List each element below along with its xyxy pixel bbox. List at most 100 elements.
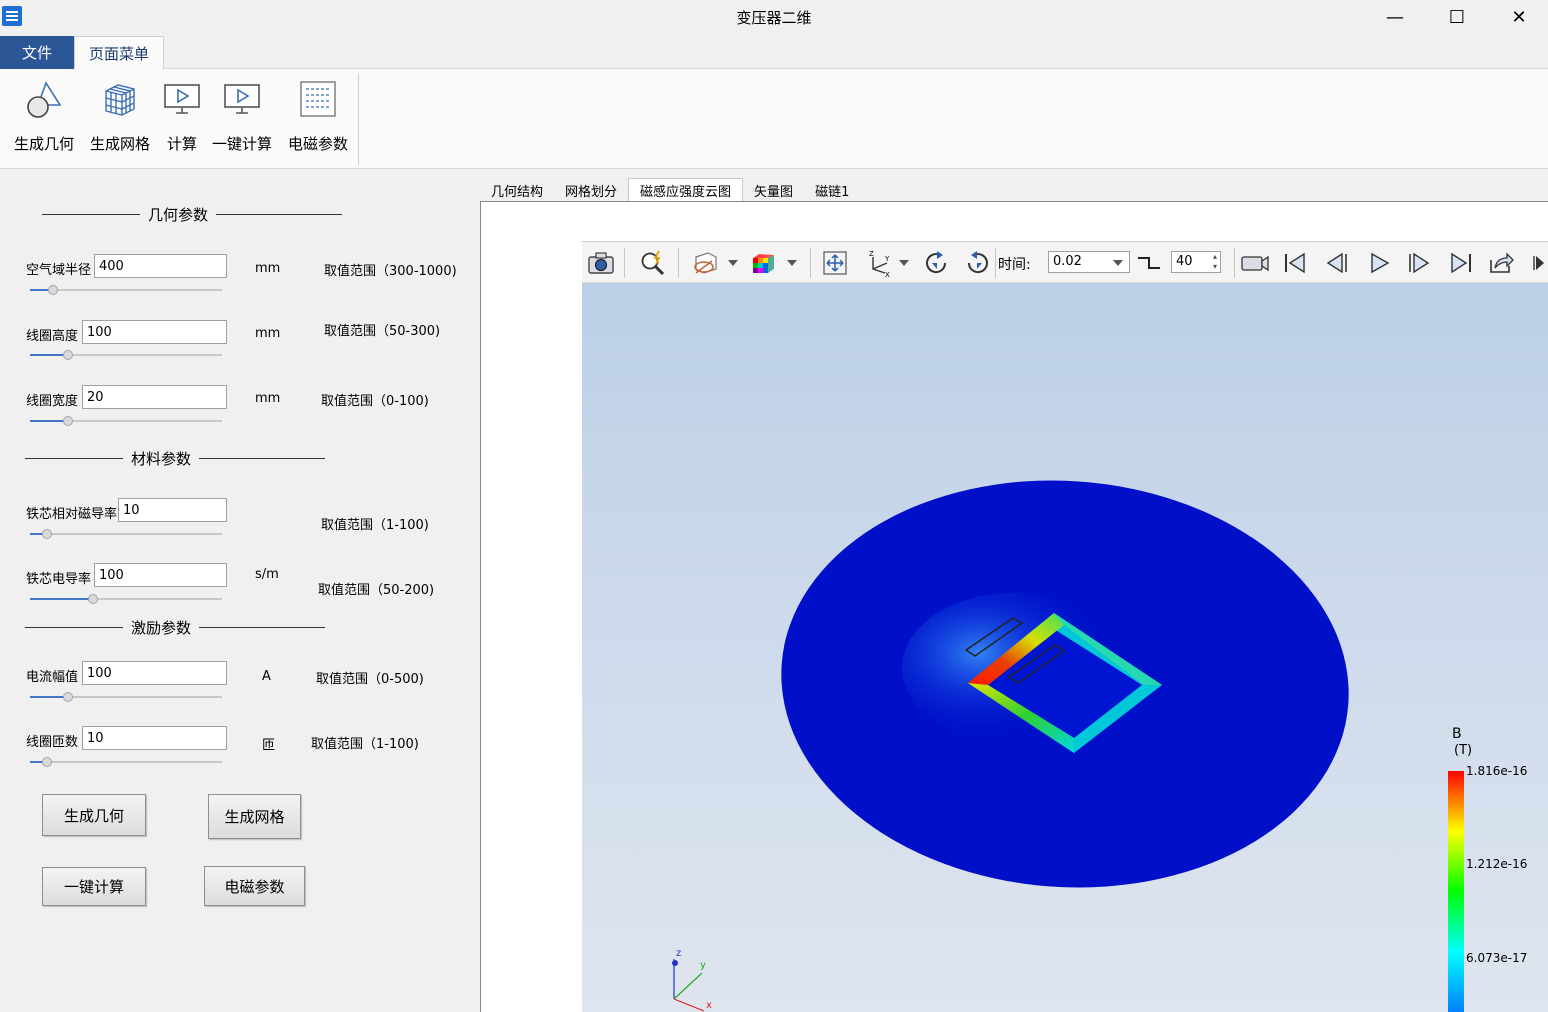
ribbon-em-params-button[interactable]: 电磁参数 <box>288 77 348 163</box>
colorbar-max-label: 1.816e-16 <box>1466 764 1528 778</box>
ribbon-gen-geometry-button[interactable]: 生成几何 <box>14 77 74 163</box>
section-geometry-params: 几何参数 <box>42 204 343 225</box>
fit-view-icon[interactable] <box>820 248 850 278</box>
param-range: 取值范围（0-100) <box>321 394 429 409</box>
tab-geometry[interactable]: 几何结构 <box>480 178 554 202</box>
menu-page-menu[interactable]: 页面菜单 <box>74 36 164 69</box>
geometry-shapes-icon <box>24 77 64 121</box>
frame-spinbox[interactable]: 40 <box>1171 251 1221 273</box>
param-range: 取值范围（300-1000) <box>324 264 457 279</box>
axis-x-label: x <box>706 1000 712 1011</box>
maximize-button[interactable]: ☐ <box>1426 0 1488 34</box>
tab-vector-plot[interactable]: 矢量图 <box>743 178 804 202</box>
ribbon-compute-button[interactable]: 计算 <box>162 77 202 163</box>
chevron-down-icon[interactable] <box>728 260 738 266</box>
chevron-down-icon[interactable] <box>787 260 797 266</box>
export-icon[interactable] <box>1486 248 1516 278</box>
ribbon-label: 生成网格 <box>90 135 151 153</box>
3d-viewport[interactable]: B (T) 1.816e-16 1.212e-16 6.073e-17 z y … <box>582 283 1548 1012</box>
param-unit: mm <box>255 261 281 276</box>
tab-flux-density-contour[interactable]: 磁感应强度云图 <box>628 178 744 202</box>
zoom-lightning-icon[interactable] <box>638 248 668 278</box>
menu-bar: 文件 页面菜单 <box>0 34 1548 69</box>
chevron-down-icon[interactable] <box>899 260 909 266</box>
record-video-icon[interactable] <box>1240 248 1270 278</box>
mesh-cube-icon <box>100 77 140 121</box>
axis-z-label: z <box>676 948 682 959</box>
em-params-button[interactable]: 电磁参数 <box>204 866 305 906</box>
time-label: 时间: <box>998 257 1031 273</box>
coil-height-slider[interactable] <box>30 349 222 361</box>
param-label-core-permeability: 铁芯相对磁导率 <box>26 507 118 522</box>
first-frame-icon[interactable] <box>1280 248 1310 278</box>
coil-turns-input[interactable] <box>82 726 227 750</box>
menu-file[interactable]: 文件 <box>0 36 74 69</box>
current-amplitude-input[interactable] <box>82 661 227 685</box>
param-unit: A <box>262 669 271 684</box>
air-radius-slider[interactable] <box>30 284 222 296</box>
coil-width-slider[interactable] <box>30 415 222 427</box>
gen-mesh-button[interactable]: 生成网格 <box>208 794 301 839</box>
toolbar-divider <box>678 248 679 278</box>
param-label-air-radius: 空气域半径 <box>26 263 92 278</box>
time-select[interactable]: 0.02 <box>1048 251 1130 273</box>
param-range: 取值范围（50-300) <box>324 324 441 339</box>
colorbar-unit: (T) <box>1454 743 1473 758</box>
play-icon[interactable] <box>1364 248 1394 278</box>
coil-height-input[interactable] <box>82 320 227 344</box>
param-label-coil-turns: 线圈匝数 <box>26 735 79 750</box>
ribbon-label: 电磁参数 <box>288 135 349 153</box>
ribbon-label: 计算 <box>166 135 197 153</box>
toolbar-divider <box>624 248 625 278</box>
next-frame-icon[interactable] <box>1404 248 1434 278</box>
svg-text:Y: Y <box>884 255 890 263</box>
colorbar-title: B <box>1452 726 1462 742</box>
coil-width-input[interactable] <box>82 385 227 409</box>
param-unit: s/m <box>255 567 279 582</box>
air-radius-input[interactable] <box>94 254 227 278</box>
coil-turns-slider[interactable] <box>30 756 222 768</box>
more-icon[interactable] <box>1528 248 1548 278</box>
viewer-toolbar: Z Y X 时间: 0.02 40 <box>582 241 1548 283</box>
hide-show-icon[interactable] <box>690 248 720 278</box>
axis-orient-icon[interactable]: Z Y X <box>864 248 894 278</box>
toolbar-divider <box>1234 248 1235 278</box>
window-title: 变压器二维 <box>736 9 812 27</box>
core-conductivity-input[interactable] <box>94 563 227 587</box>
section-material-params: 材料参数 <box>25 448 326 469</box>
param-range: 取值范围（50-200) <box>318 583 435 598</box>
one-click-compute-button[interactable]: 一键计算 <box>42 867 146 906</box>
current-amplitude-slider[interactable] <box>30 691 222 703</box>
tab-mesh[interactable]: 网格划分 <box>554 178 628 202</box>
gen-geometry-button[interactable]: 生成几何 <box>42 794 146 836</box>
em-params-icon <box>298 77 338 121</box>
tab-flux-linkage[interactable]: 磁链1 <box>804 178 860 202</box>
rotate-cw-icon[interactable] <box>922 248 952 278</box>
param-unit: mm <box>255 326 281 341</box>
parameter-panel: 几何参数 空气域半径 mm 取值范围（300-1000) 线圈高度 mm 取值范… <box>0 172 478 1012</box>
last-frame-icon[interactable] <box>1446 248 1476 278</box>
core-conductivity-slider[interactable] <box>30 593 222 605</box>
colorbar-mid-label: 1.212e-16 <box>1466 857 1528 871</box>
compute-monitor-icon <box>162 77 202 121</box>
title-bar: 变压器二维 — ☐ ✕ <box>0 0 1548 34</box>
frame-step-icon[interactable] <box>1134 248 1164 278</box>
param-range: 取值范围（0-500) <box>316 672 424 687</box>
prev-frame-icon[interactable] <box>1322 248 1352 278</box>
svg-text:Z: Z <box>869 250 874 258</box>
param-range: 取值范围（1-100) <box>311 737 419 752</box>
rotate-ccw-icon[interactable] <box>962 248 992 278</box>
ribbon-gen-mesh-button[interactable]: 生成网格 <box>90 77 150 163</box>
ribbon-one-click-button[interactable]: 一键计算 <box>212 77 272 163</box>
close-button[interactable]: ✕ <box>1488 0 1548 34</box>
param-label-coil-width: 线圈宽度 <box>26 394 79 409</box>
colorbar-bar <box>1448 771 1464 1012</box>
toolbar-divider <box>995 248 996 278</box>
param-unit: mm <box>255 391 281 406</box>
core-permeability-slider[interactable] <box>30 528 222 540</box>
camera-icon[interactable] <box>586 248 616 278</box>
minimize-button[interactable]: — <box>1364 0 1426 34</box>
core-permeability-input[interactable] <box>118 498 227 522</box>
colormap-cube-icon[interactable] <box>748 248 778 278</box>
one-click-compute-icon <box>222 77 262 121</box>
